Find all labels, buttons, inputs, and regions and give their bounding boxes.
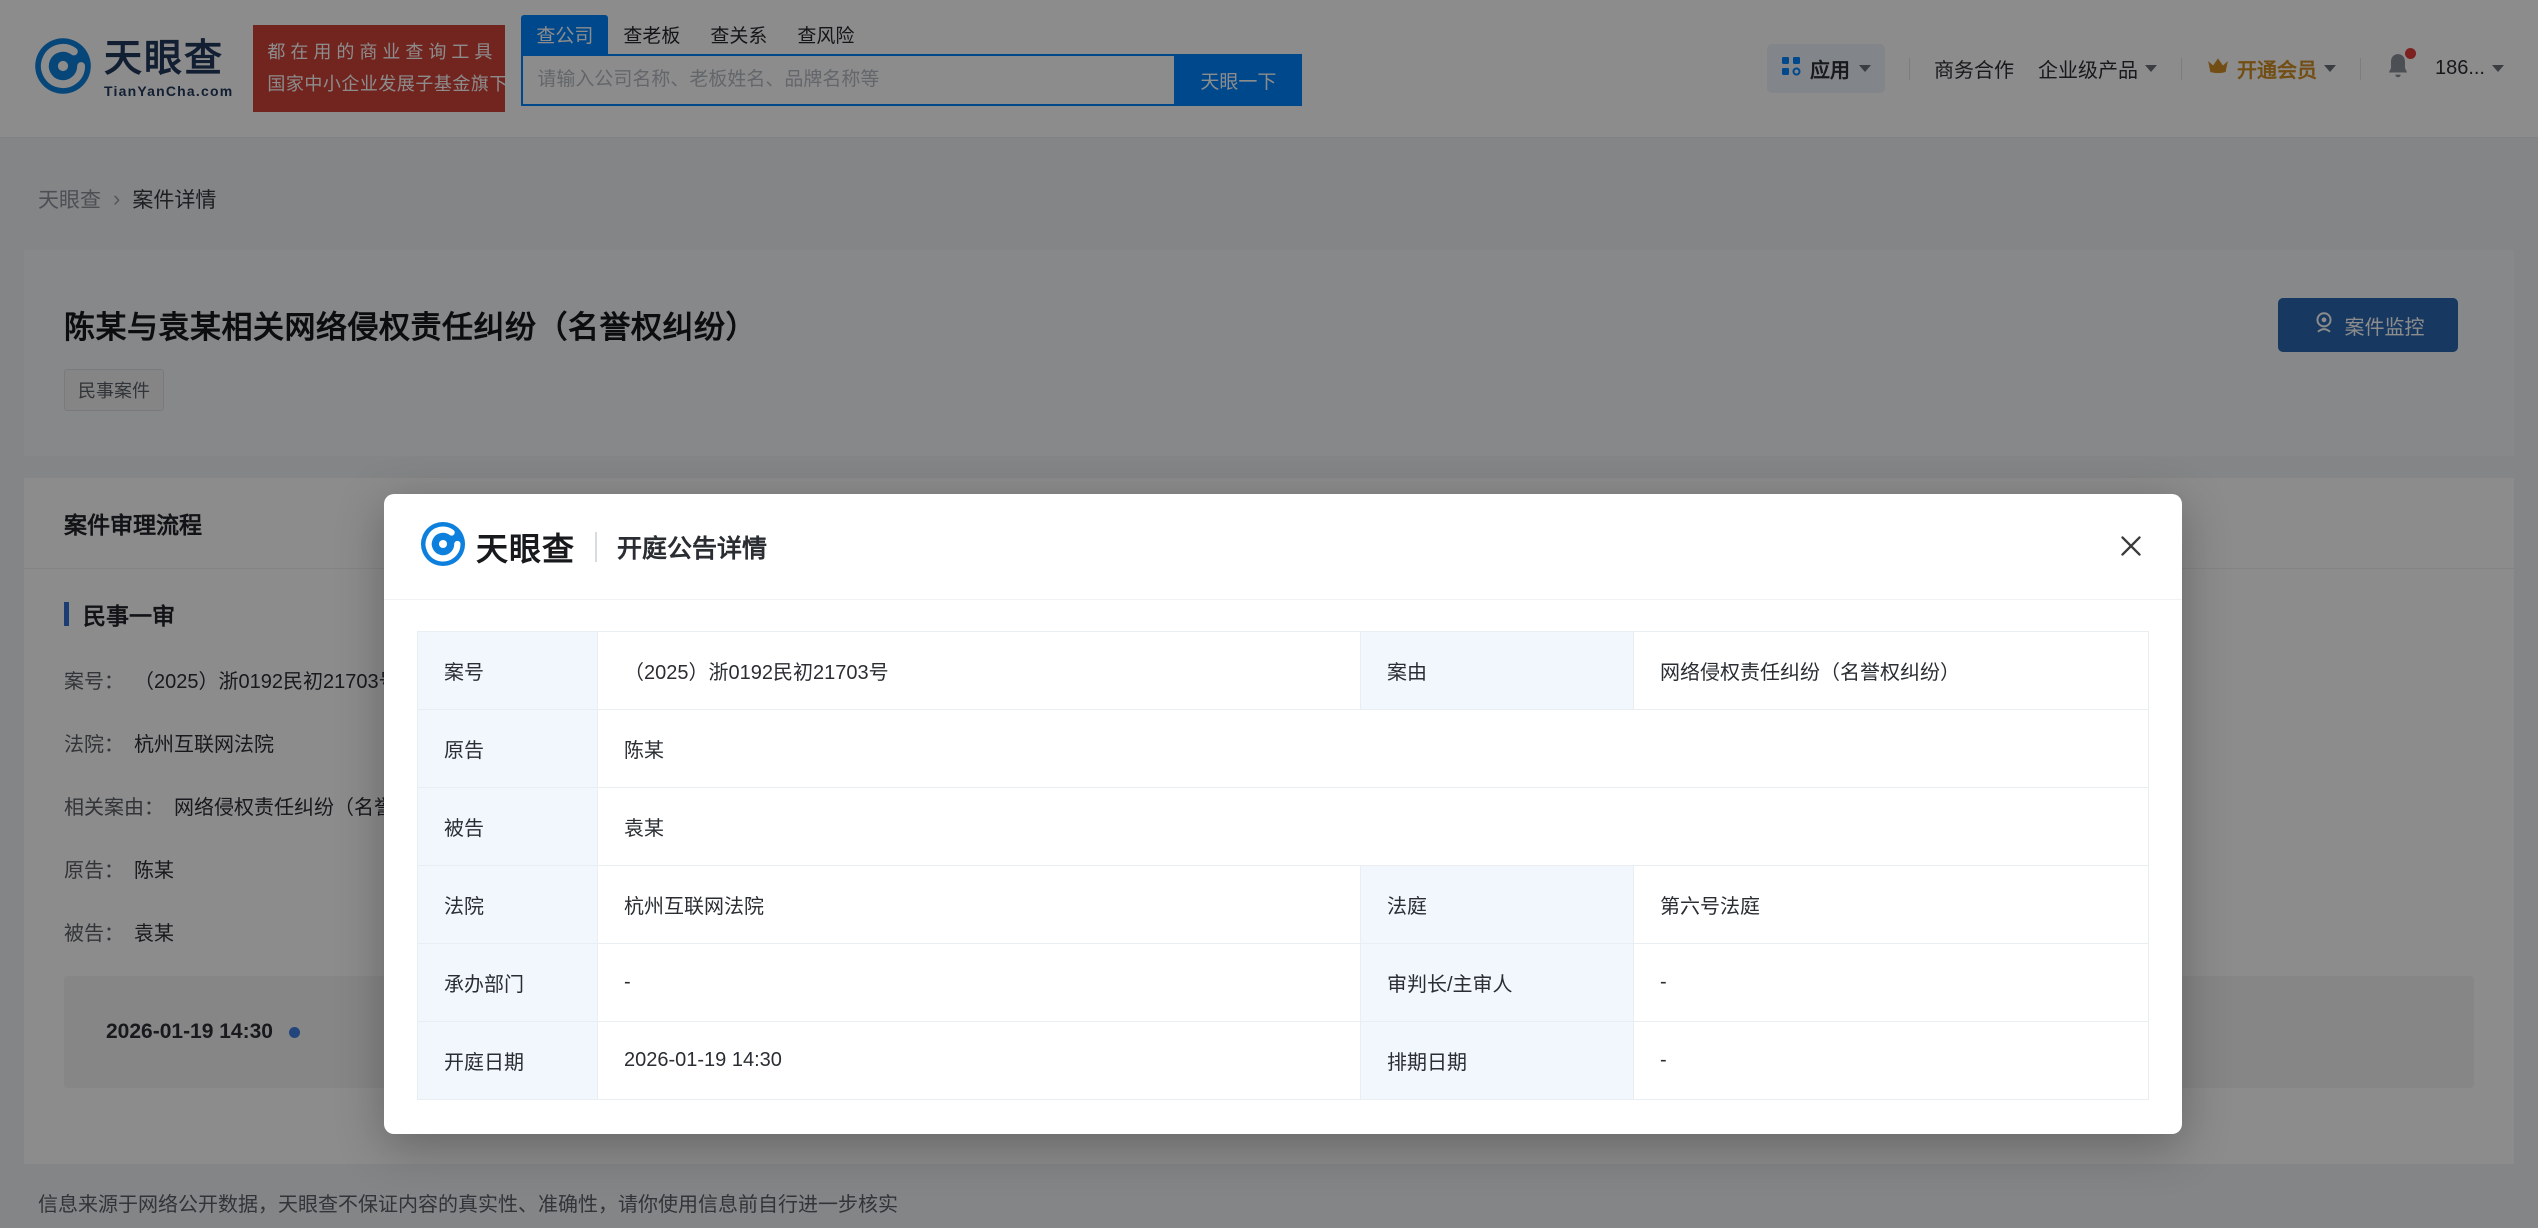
- table-label-hearing-date: 开庭日期: [418, 1022, 598, 1100]
- table-label-courtroom: 法庭: [1361, 866, 1634, 944]
- hearing-detail-table: 案号 （2025）浙0192民初21703号 案由 网络侵权责任纠纷（名誉权纠纷…: [417, 631, 2149, 1100]
- table-label-cause: 案由: [1361, 632, 1634, 710]
- hearing-detail-modal: 天眼查 开庭公告详情 案号 （2025）浙0192民初21703号 案由 网络侵…: [384, 494, 2182, 1134]
- table-label-defendant: 被告: [418, 788, 598, 866]
- table-label-department: 承办部门: [418, 944, 598, 1022]
- modal-brand-name: 天眼查: [476, 524, 575, 570]
- table-row-case-number: 案号 （2025）浙0192民初21703号 案由 网络侵权责任纠纷（名誉权纠纷…: [418, 632, 2149, 710]
- table-label-judge: 审判长/主审人: [1361, 944, 1634, 1022]
- table-row-defendant: 被告 袁某: [418, 788, 2149, 866]
- table-label-case-number: 案号: [418, 632, 598, 710]
- table-value-schedule-date: -: [1634, 1022, 2149, 1100]
- tianyancha-swirl-icon: [420, 521, 466, 572]
- table-value-case-number: （2025）浙0192民初21703号: [598, 632, 1361, 710]
- table-label-plaintiff: 原告: [418, 710, 598, 788]
- table-value-judge: -: [1634, 944, 2149, 1022]
- table-row-department: 承办部门 - 审判长/主审人 -: [418, 944, 2149, 1022]
- table-value-cause: 网络侵权责任纠纷（名誉权纠纷）: [1634, 632, 2149, 710]
- modal-title: 开庭公告详情: [617, 529, 767, 565]
- table-value-defendant: 袁某: [598, 788, 2149, 866]
- modal-brand-logo: 天眼查: [420, 521, 575, 572]
- table-value-department: -: [598, 944, 1361, 1022]
- modal-body: 案号 （2025）浙0192民初21703号 案由 网络侵权责任纠纷（名誉权纠纷…: [384, 600, 2182, 1100]
- table-value-court: 杭州互联网法院: [598, 866, 1361, 944]
- modal-header-divider: [595, 532, 597, 562]
- table-label-schedule-date: 排期日期: [1361, 1022, 1634, 1100]
- table-value-hearing-date: 2026-01-19 14:30: [598, 1022, 1361, 1100]
- table-value-plaintiff: 陈某: [598, 710, 2149, 788]
- table-label-court: 法院: [418, 866, 598, 944]
- modal-header: 天眼查 开庭公告详情: [384, 494, 2182, 600]
- modal-close-button[interactable]: [2112, 528, 2150, 566]
- table-row-hearing-date: 开庭日期 2026-01-19 14:30 排期日期 -: [418, 1022, 2149, 1100]
- table-row-plaintiff: 原告 陈某: [418, 710, 2149, 788]
- table-value-courtroom: 第六号法庭: [1634, 866, 2149, 944]
- table-row-court: 法院 杭州互联网法院 法庭 第六号法庭: [418, 866, 2149, 944]
- close-icon: [2115, 530, 2147, 565]
